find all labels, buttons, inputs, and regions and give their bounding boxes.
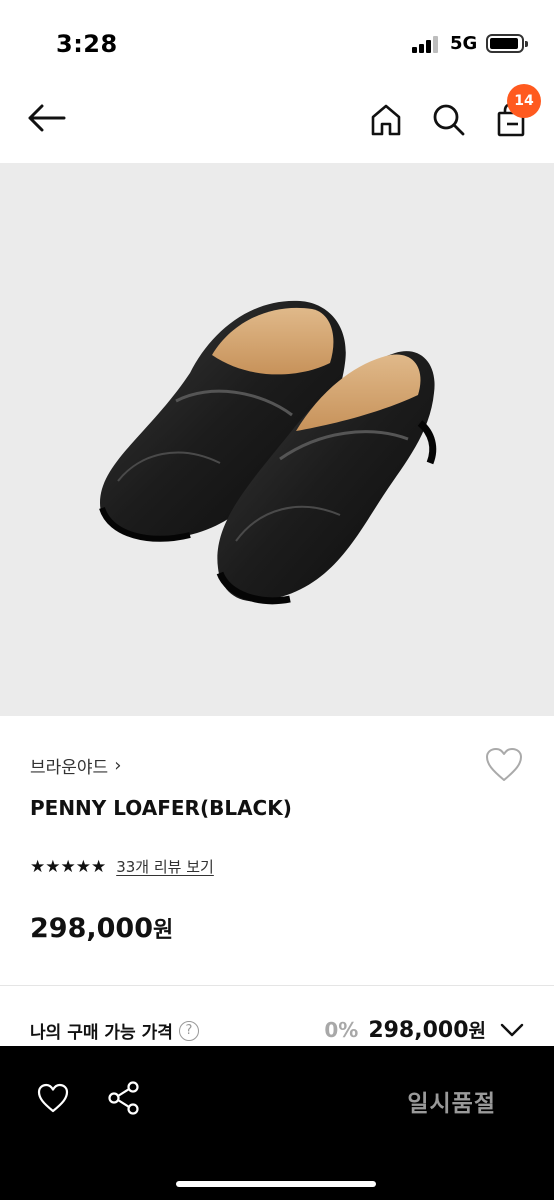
- battery-icon: [486, 34, 528, 53]
- loafer-image: [99, 300, 437, 605]
- brand-link[interactable]: 브라운야드 ›: [30, 753, 121, 778]
- my-purchase-price: 298,000원: [368, 1018, 486, 1043]
- status-bar: 3:28 5G: [0, 0, 554, 80]
- product-price: 298,000원: [30, 912, 173, 944]
- price-value: 298,000: [30, 913, 153, 944]
- status-time: 3:28: [56, 30, 118, 58]
- top-nav-bar: [0, 80, 554, 162]
- sold-out-button[interactable]: 일시품절: [407, 1084, 496, 1118]
- help-icon[interactable]: ?: [178, 1020, 199, 1041]
- product-image[interactable]: [0, 163, 554, 716]
- cart-count-badge: 14: [507, 84, 541, 118]
- search-icon[interactable]: [428, 100, 470, 140]
- share-icon[interactable]: [106, 1080, 142, 1116]
- price-unit: 원: [152, 918, 174, 943]
- home-icon[interactable]: [366, 100, 406, 140]
- my-purchase-text: 나의 구매 가능 가격: [30, 1023, 173, 1043]
- review-link[interactable]: 33개 리뷰 보기: [116, 856, 214, 877]
- home-indicator: [176, 1181, 376, 1187]
- my-purchase-label: 나의 구매 가능 가격 ?: [30, 1018, 199, 1043]
- chevron-right-icon: ›: [114, 755, 122, 776]
- rating-stars: ★★★★★: [30, 856, 107, 877]
- wishlist-heart-icon[interactable]: [484, 746, 524, 784]
- heart-icon[interactable]: [36, 1082, 70, 1114]
- my-purchase-price-toggle[interactable]: 0% 298,000원: [324, 1016, 524, 1043]
- section-divider: [0, 985, 554, 986]
- product-title: PENNY LOAFER(BLACK): [30, 796, 292, 820]
- rating-row: ★★★★★ 33개 리뷰 보기: [30, 856, 214, 877]
- network-label: 5G: [450, 33, 478, 54]
- signal-icon: [412, 35, 442, 53]
- discount-rate: 0%: [324, 1017, 359, 1042]
- back-arrow-icon[interactable]: [26, 100, 70, 136]
- chevron-down-icon: [500, 1023, 524, 1036]
- bottom-action-bar: 일시품절: [0, 1046, 554, 1200]
- brand-name: 브라운야드: [30, 758, 109, 778]
